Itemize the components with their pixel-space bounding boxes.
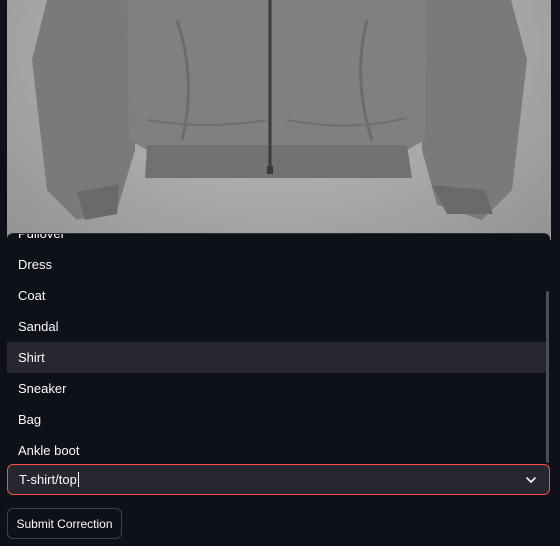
- option-ankle-boot[interactable]: Ankle boot: [7, 435, 546, 464]
- submit-correction-button[interactable]: Submit Correction: [7, 508, 122, 539]
- dropdown-scrollbar[interactable]: [546, 291, 549, 463]
- text-caret: [77, 472, 79, 487]
- jacket-illustration: [32, 0, 527, 220]
- class-select[interactable]: T-shirt/top: [7, 464, 550, 495]
- option-sneaker[interactable]: Sneaker: [7, 373, 546, 404]
- option-dress[interactable]: Dress: [7, 249, 546, 280]
- page: Pullover Dress Coat Sandal Shirt Sneaker…: [0, 0, 560, 546]
- dropdown-options: Pullover Dress Coat Sandal Shirt Sneaker…: [7, 234, 546, 464]
- option-pullover[interactable]: Pullover: [7, 234, 546, 249]
- dropdown-menu: Pullover Dress Coat Sandal Shirt Sneaker…: [7, 233, 550, 464]
- chevron-down-icon[interactable]: [525, 474, 537, 486]
- select-value[interactable]: T-shirt/top: [19, 472, 77, 487]
- option-coat[interactable]: Coat: [7, 280, 546, 311]
- jacket-photo: [7, 0, 551, 240]
- option-bag[interactable]: Bag: [7, 404, 546, 435]
- option-shirt[interactable]: Shirt: [7, 342, 546, 373]
- option-sandal[interactable]: Sandal: [7, 311, 546, 342]
